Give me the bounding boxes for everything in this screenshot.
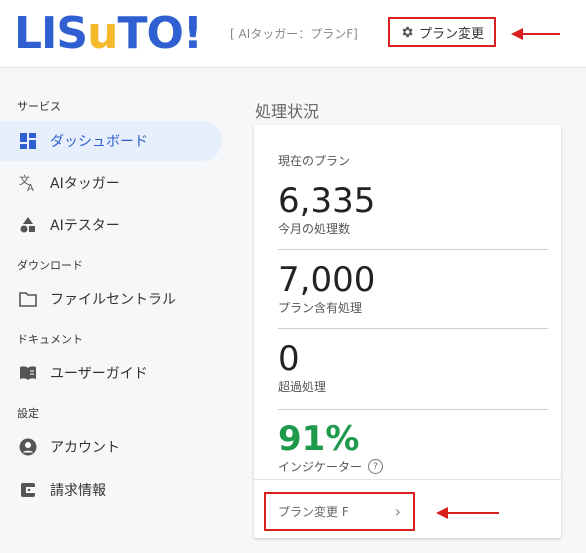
gear-icon (402, 26, 413, 38)
logo-text-1: LIS (14, 8, 88, 59)
plan-change-button[interactable]: プラン変更 (388, 17, 496, 47)
sidebar-item-ai-tester[interactable]: AIテスター (0, 205, 222, 245)
translate-icon: 文A (18, 173, 38, 193)
stat-indicator: 91% インジケーター ? (278, 420, 548, 475)
stat-value: 6,335 (278, 181, 376, 221)
plan-change-footer-button[interactable]: プラン変更 F › (264, 492, 415, 531)
sidebar-item-label: ファイルセントラル (50, 292, 176, 308)
annotation-arrow-bottom (436, 507, 499, 519)
svg-text:A: A (27, 183, 34, 192)
stat-monthly-processed: 6,335 今月の処理数 (278, 182, 548, 237)
sidebar-item-dashboard[interactable]: ダッシュボード (0, 121, 222, 161)
sidebar-item-label: 請求情報 (50, 483, 106, 499)
divider (278, 409, 548, 410)
wallet-icon (18, 480, 38, 500)
current-plan-label: 現在のプラン (278, 154, 351, 168)
sidebar-item-label: ダッシュボード (50, 134, 148, 150)
stat-plan-included: 7,000 プラン含有処理 (278, 261, 548, 316)
stat-caption: 超過処理 (278, 380, 327, 394)
stat-caption: インジケーター ? (278, 458, 548, 475)
stat-value: 7,000 (278, 260, 376, 300)
sidebar-item-account[interactable]: アカウント (0, 427, 222, 467)
section-label-download: ダウンロード (17, 259, 83, 272)
account-icon (18, 437, 38, 457)
usage-card: 現在のプラン 6,335 今月の処理数 7,000 プラン含有処理 0 超過処理… (254, 125, 561, 538)
sidebar-item-label: アカウント (50, 440, 120, 456)
stat-caption: 今月の処理数 (278, 222, 351, 236)
section-label-documents: ドキュメント (17, 333, 83, 346)
page-title: 処理状況 (255, 102, 320, 121)
book-icon (18, 363, 38, 383)
main-content: 処理状況 現在のプラン 6,335 今月の処理数 7,000 プラン含有処理 0… (234, 68, 586, 553)
card-footer-divider (254, 479, 561, 480)
stat-value: 0 (278, 339, 300, 379)
current-plan-tag: [ AIタッガー：プランF] (230, 27, 358, 41)
stat-value: 91% (278, 419, 360, 459)
stat-overage: 0 超過処理 (278, 340, 548, 395)
logo-text-2: u (87, 8, 118, 59)
annotation-arrow-top (511, 28, 560, 40)
sidebar-item-ai-tagger[interactable]: 文A AIタッガー (0, 163, 222, 203)
section-label-settings: 設定 (17, 407, 39, 420)
plan-change-footer-label: プラン変更 F (278, 505, 349, 519)
indicator-caption-text: インジケーター (278, 460, 363, 474)
stat-caption: プラン含有処理 (278, 301, 363, 315)
sidebar-item-label: AIタッガー (50, 176, 120, 192)
divider (278, 249, 548, 250)
folder-icon (18, 289, 38, 309)
sidebar-item-label: ユーザーガイド (50, 366, 148, 382)
sidebar-item-billing[interactable]: 請求情報 (0, 470, 222, 510)
lisuto-logo[interactable]: LISuTO! (14, 8, 203, 60)
help-icon[interactable]: ? (368, 459, 384, 474)
dashboard-icon (18, 131, 38, 151)
plan-change-label: プラン変更 (418, 26, 484, 42)
shapes-icon (18, 215, 38, 235)
app-header: LISuTO! [ AIタッガー：プランF] プラン変更 (0, 0, 586, 68)
logo-text-3: TO! (117, 8, 202, 59)
sidebar-item-user-guide[interactable]: ユーザーガイド (0, 353, 222, 393)
sidebar: サービス ダッシュボード 文A AIタッガー AIテスター ダウンロード ファイ… (0, 68, 234, 553)
chevron-right-icon: › (394, 502, 401, 521)
section-label-service: サービス (17, 100, 61, 113)
sidebar-item-file-central[interactable]: ファイルセントラル (0, 279, 222, 319)
sidebar-item-label: AIテスター (50, 218, 120, 234)
divider (278, 328, 548, 329)
